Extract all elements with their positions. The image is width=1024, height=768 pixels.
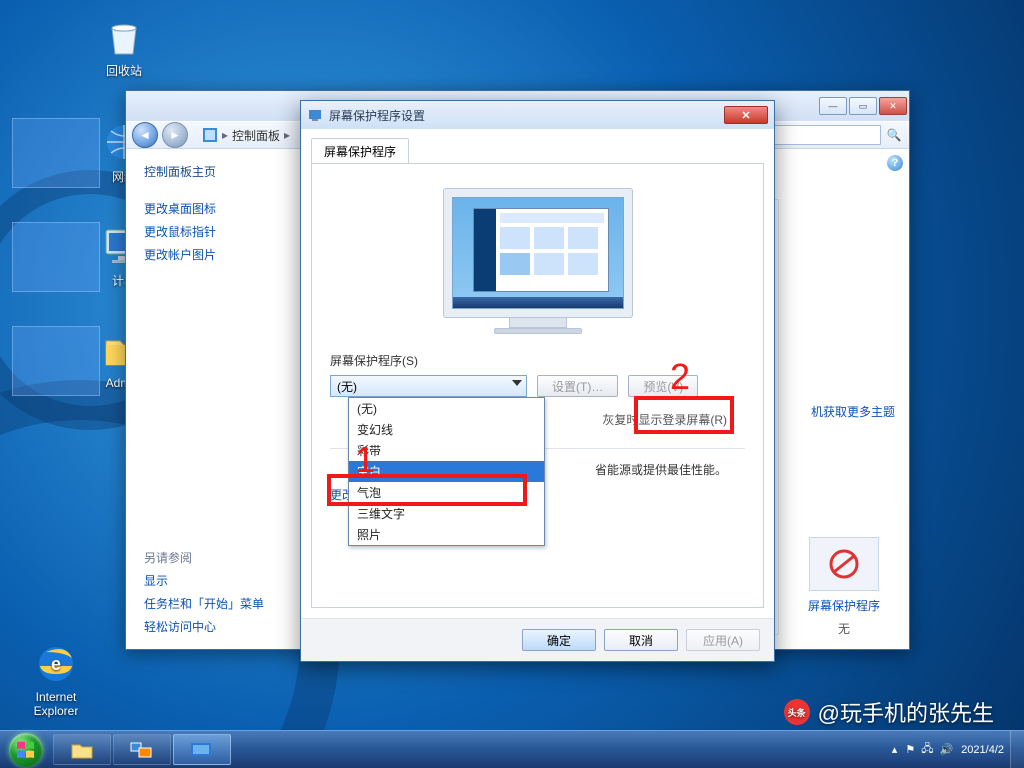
cancel-button[interactable]: 取消 xyxy=(604,629,678,651)
recycle-bin-icon xyxy=(100,12,148,60)
option-bubbles[interactable]: 气泡 xyxy=(349,482,544,503)
dialog-close-button[interactable]: ✕ xyxy=(724,106,768,124)
get-more-themes-link[interactable]: 机获取更多主题 xyxy=(807,397,899,426)
watermark-badge: 头条 xyxy=(784,699,810,725)
option-photos[interactable]: 照片 xyxy=(349,524,544,545)
sidebar-link-mouse-pointers[interactable]: 更改鼠标指针 xyxy=(144,223,290,240)
ok-button[interactable]: 确定 xyxy=(522,629,596,651)
tab-screensaver[interactable]: 屏幕保护程序 xyxy=(311,138,409,164)
maximize-button[interactable]: ▭ xyxy=(849,97,877,115)
screensaver-select-value: (无) xyxy=(337,378,357,395)
right-panel: 机获取更多主题 屏幕保护程序 无 xyxy=(789,161,899,637)
taskbar-item-explorer[interactable] xyxy=(53,734,111,765)
close-button[interactable]: ✕ xyxy=(879,97,907,115)
screensaver-thumb-value: 无 xyxy=(838,620,850,637)
see-also-ease-of-access[interactable]: 轻松访问中心 xyxy=(144,618,290,635)
screensaver-group-label: 屏幕保护程序(S) xyxy=(330,352,745,369)
start-button[interactable] xyxy=(0,731,52,768)
option-mystify[interactable]: 变幻线 xyxy=(349,419,544,440)
monitor-preview xyxy=(443,188,633,334)
see-also-taskbar[interactable]: 任务栏和「开始」菜单 xyxy=(144,595,290,612)
minimize-button[interactable]: — xyxy=(819,97,847,115)
screensaver-thumb-label[interactable]: 屏幕保护程序 xyxy=(808,597,880,614)
screensaver-dropdown-list: (无) 变幻线 彩带 空白 气泡 三维文字 照片 xyxy=(348,397,545,546)
breadcrumb[interactable]: 控制面板 xyxy=(232,127,280,144)
sidebar: 控制面板主页 更改桌面图标 更改鼠标指针 更改帐户图片 另请参阅 显示 任务栏和… xyxy=(126,149,308,649)
system-tray: ▴ ⚑ 🖧 🔊 2021/4/2 xyxy=(886,731,1010,768)
screensaver-select[interactable]: (无) xyxy=(330,375,527,397)
dialog-content: 屏幕保护程序(S) (无) 设置(T)… 预览(V) (无) 变幻线 彩带 空白… xyxy=(311,163,764,608)
tray-date[interactable]: 2021/4/2 xyxy=(961,744,1004,756)
watermark: 头条 @玩手机的张先生 xyxy=(784,696,994,728)
tray-network-icon[interactable]: 🖧 xyxy=(921,740,933,759)
tray-volume-icon[interactable]: 🔊 xyxy=(939,743,953,756)
desktop-icon-recycle-bin[interactable]: 回收站 xyxy=(80,12,168,79)
option-none[interactable]: (无) xyxy=(349,398,544,419)
chevron-down-icon xyxy=(512,380,522,386)
nav-back-button[interactable]: ◄ xyxy=(132,122,158,148)
dialog-footer: 确定 取消 应用(A) xyxy=(301,618,774,661)
resume-login-text: 灰复时显示登录屏幕(R) xyxy=(602,411,727,428)
taskbar: ▴ ⚑ 🖧 🔊 2021/4/2 xyxy=(0,730,1024,768)
preview-button[interactable]: 预览(V) xyxy=(628,375,698,397)
sidebar-link-desktop-icons[interactable]: 更改桌面图标 xyxy=(144,200,290,217)
tray-flag-icon[interactable]: ⚑ xyxy=(905,743,915,756)
app-icon xyxy=(307,107,323,123)
sidebar-link-account-picture[interactable]: 更改帐户图片 xyxy=(144,246,290,263)
ie-icon: e xyxy=(32,640,80,688)
dialog-titlebar[interactable]: 屏幕保护程序设置 ✕ xyxy=(301,101,774,129)
option-3dtext[interactable]: 三维文字 xyxy=(349,503,544,524)
taskbar-item-personalization[interactable] xyxy=(173,734,231,765)
apply-button[interactable]: 应用(A) xyxy=(686,629,760,651)
screensaver-thumb[interactable] xyxy=(809,537,879,591)
taskbar-item-windows[interactable] xyxy=(113,734,171,765)
watermark-text: @玩手机的张先生 xyxy=(818,696,994,728)
tray-chevron-up-icon[interactable]: ▴ xyxy=(892,743,898,756)
svg-text:e: e xyxy=(51,654,61,674)
see-also-display[interactable]: 显示 xyxy=(144,572,290,589)
windows-logo-icon xyxy=(9,733,43,767)
dialog-title: 屏幕保护程序设置 xyxy=(329,107,425,124)
desktop-icon-label: Internet Explorer xyxy=(34,690,79,718)
search-icon[interactable]: 🔍 xyxy=(885,128,903,142)
see-also-label: 另请参阅 xyxy=(144,549,290,566)
desktop-icon-ie[interactable]: e Internet Explorer xyxy=(12,640,100,718)
screensaver-settings-dialog: 屏幕保护程序设置 ✕ 屏幕保护程序 xyxy=(300,100,775,662)
settings-button[interactable]: 设置(T)… xyxy=(537,375,618,397)
option-blank[interactable]: 空白 xyxy=(349,461,544,482)
control-panel-icon xyxy=(202,127,218,143)
nav-forward-button[interactable]: ► xyxy=(162,122,188,148)
option-ribbons[interactable]: 彩带 xyxy=(349,440,544,461)
desktop-icon-label: 回收站 xyxy=(106,62,142,79)
show-desktop-button[interactable] xyxy=(1010,731,1024,768)
sidebar-home[interactable]: 控制面板主页 xyxy=(144,163,290,180)
